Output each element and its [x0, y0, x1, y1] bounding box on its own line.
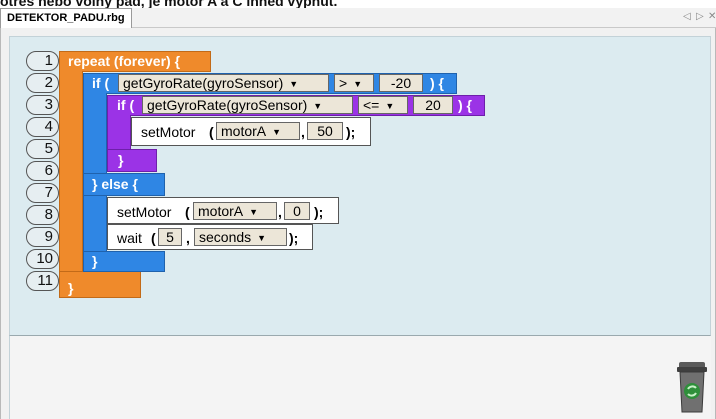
page-caption: otřes nebo volný pád, je motor A a C ihn…: [0, 0, 338, 8]
wait-duration-value[interactable]: 5: [158, 228, 182, 246]
motor-label: motorA: [221, 123, 267, 139]
comparison-operator-dropdown[interactable]: > ▼: [334, 74, 374, 92]
repeat-block-body[interactable]: [59, 71, 83, 281]
line-number[interactable]: 8: [26, 205, 59, 225]
gyro-rate-label: getGyroRate(gyroSensor): [147, 97, 308, 113]
threshold-value[interactable]: -20: [379, 74, 423, 92]
recycle-bin-icon[interactable]: [677, 362, 707, 414]
lower-panel: [9, 336, 711, 419]
line-number[interactable]: 5: [26, 139, 59, 159]
nested-if-close-brace: }: [118, 152, 124, 168]
operator-label: <=: [363, 97, 380, 113]
line-number[interactable]: 4: [26, 117, 59, 137]
tab-next-icon[interactable]: ▷: [696, 11, 704, 23]
chevron-down-icon: ▼: [249, 207, 259, 218]
chevron-down-icon: ▼: [353, 79, 363, 90]
open-paren: (: [185, 204, 190, 220]
chevron-down-icon: ▼: [385, 101, 395, 112]
if-keyword: if (: [92, 75, 110, 91]
if-close-paren: ) {: [458, 97, 472, 113]
if-close-paren: ) {: [430, 75, 444, 91]
operator-label: >: [339, 75, 348, 91]
repeat-keyword: repeat (forever) {: [68, 53, 181, 69]
line-number[interactable]: 9: [26, 227, 59, 247]
motor-dropdown[interactable]: motorA ▼: [216, 122, 300, 140]
gyro-rate-dropdown[interactable]: getGyroRate(gyroSensor) ▼: [118, 74, 329, 92]
tab-bar: DETEKTOR_PADU.rbg ◁ ▷ ✕: [0, 8, 716, 28]
comma: ,: [186, 230, 190, 246]
chevron-down-icon: ▼: [289, 79, 299, 90]
comma: ,: [301, 124, 305, 140]
tab-prev-icon[interactable]: ◁: [683, 11, 691, 23]
file-tab[interactable]: DETEKTOR_PADU.rbg: [0, 8, 132, 28]
tab-close-icon[interactable]: ✕: [708, 11, 716, 23]
time-unit-dropdown[interactable]: seconds ▼: [194, 228, 287, 246]
comma: ,: [278, 204, 282, 220]
if-close-brace: }: [92, 253, 98, 269]
nested-if-block-footer[interactable]: [107, 149, 157, 172]
motor-dropdown[interactable]: motorA ▼: [193, 202, 277, 220]
open-paren: (: [151, 230, 156, 246]
chevron-down-icon: ▼: [313, 101, 323, 112]
motor-label: motorA: [198, 203, 244, 219]
close-paren: );: [314, 204, 324, 220]
else-keyword: } else {: [92, 176, 138, 192]
chevron-down-icon: ▼: [257, 233, 267, 244]
gyro-rate-dropdown[interactable]: getGyroRate(gyroSensor) ▼: [142, 96, 353, 114]
close-paren: );: [289, 230, 299, 246]
line-number[interactable]: 10: [26, 249, 59, 269]
open-paren: (: [209, 124, 214, 140]
wait-keyword: wait: [117, 230, 142, 246]
time-unit-label: seconds: [199, 229, 252, 245]
threshold-value[interactable]: 20: [413, 96, 453, 114]
power-value[interactable]: 0: [284, 202, 310, 220]
chevron-down-icon: ▼: [272, 127, 282, 138]
line-number[interactable]: 1: [26, 51, 59, 71]
set-motor-keyword: setMotor: [141, 124, 196, 140]
if-keyword: if (: [117, 97, 135, 113]
line-number[interactable]: 7: [26, 183, 59, 203]
power-value[interactable]: 50: [307, 122, 343, 140]
line-number[interactable]: 6: [26, 161, 59, 181]
repeat-close-brace: }: [68, 280, 74, 296]
close-paren: );: [346, 124, 356, 140]
gyro-rate-label: getGyroRate(gyroSensor): [123, 75, 284, 91]
line-number[interactable]: 3: [26, 95, 59, 115]
set-motor-keyword: setMotor: [117, 204, 172, 220]
line-number[interactable]: 11: [26, 271, 59, 291]
line-number[interactable]: 2: [26, 73, 59, 93]
comparison-operator-dropdown[interactable]: <= ▼: [358, 96, 408, 114]
